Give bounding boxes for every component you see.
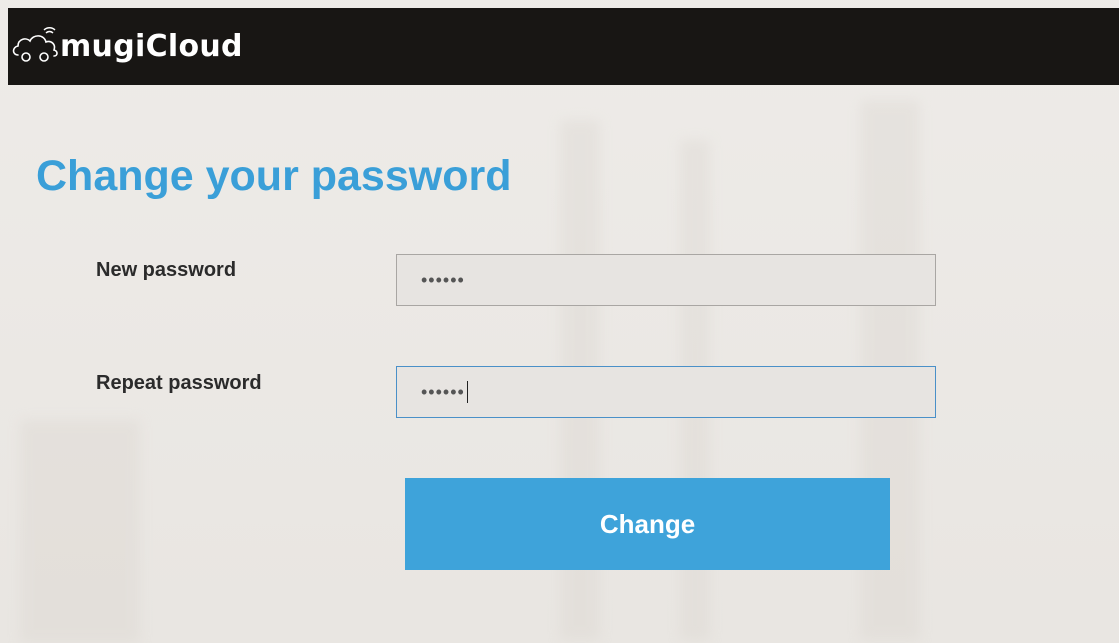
brand-name: mugiCloud xyxy=(60,29,243,64)
new-password-value: •••••• xyxy=(421,269,465,290)
new-password-label: New password xyxy=(96,259,237,281)
repeat-password-label: Repeat password xyxy=(96,372,262,394)
new-password-field[interactable]: •••••• xyxy=(396,254,936,306)
top-bar: mugiCloud xyxy=(8,8,1119,85)
cloud-car-icon xyxy=(12,26,58,62)
page: mugiCloud Change your password New passw… xyxy=(0,0,1119,643)
repeat-password-field[interactable]: •••••• xyxy=(396,366,936,418)
repeat-password-value: •••••• xyxy=(421,381,465,402)
change-button[interactable]: Change xyxy=(405,478,890,570)
page-title: Change your password xyxy=(36,152,512,200)
logo[interactable]: mugiCloud xyxy=(10,25,243,69)
background-shape xyxy=(20,420,140,643)
text-cursor xyxy=(466,381,468,403)
